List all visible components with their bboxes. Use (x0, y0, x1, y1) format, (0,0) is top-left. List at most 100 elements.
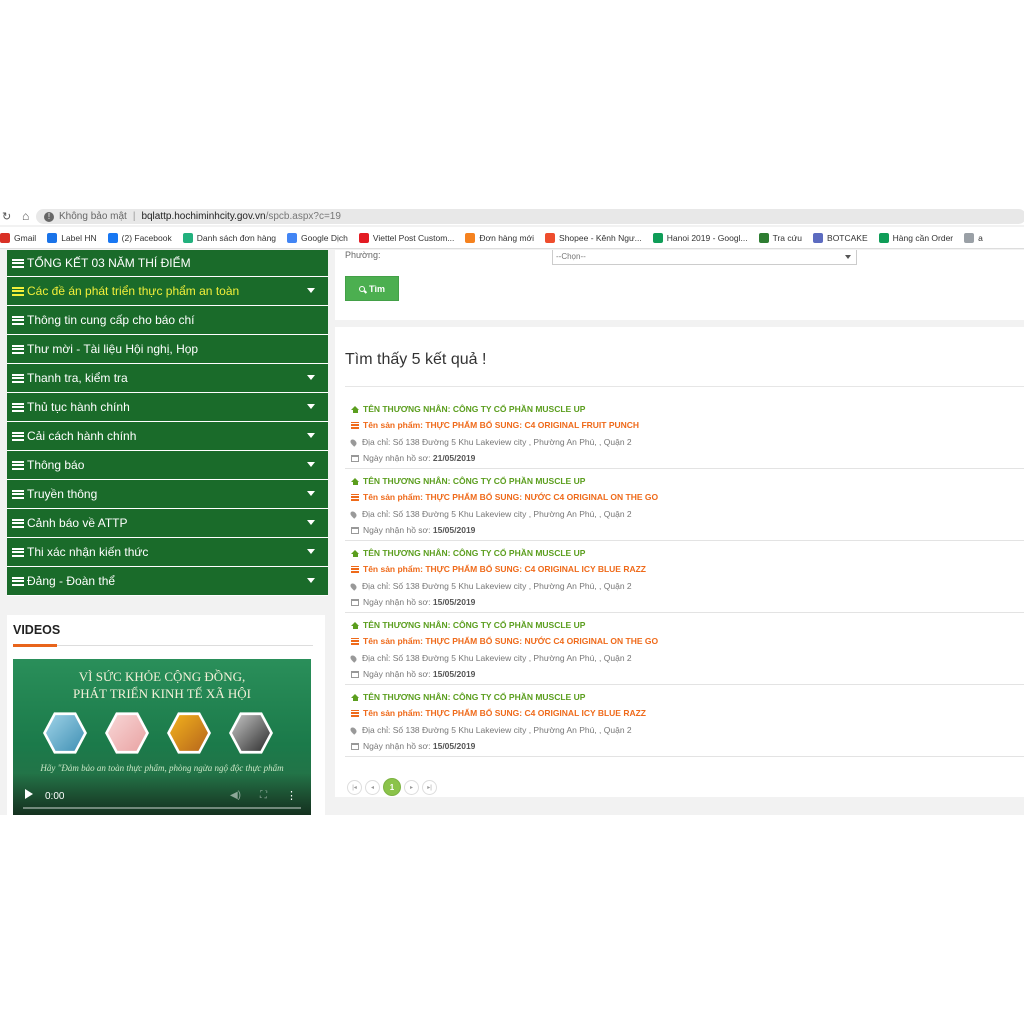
sidebar-menu-item[interactable]: Thủ tục hành chính (7, 393, 328, 422)
more-options-icon[interactable]: ⋮ (286, 789, 297, 802)
bookmark-item[interactable]: Hàng cần Order (878, 232, 954, 243)
bookmark-favicon-icon (465, 232, 476, 243)
sidebar-menu-item[interactable]: Cảnh báo về ATTP (7, 509, 328, 538)
sidebar-menu-item[interactable]: Thanh tra, kiểm tra (7, 364, 328, 393)
bookmark-item[interactable]: Đơn hàng mới (465, 232, 534, 243)
play-icon[interactable] (25, 789, 33, 799)
product-row[interactable]: Tên sản phẩm: THỰC PHẨM BỔ SUNG: C4 ORIG… (351, 708, 646, 718)
warning-icon[interactable]: ! (44, 211, 54, 222)
bookmark-item[interactable]: Label HN (47, 232, 97, 243)
poster-hexagon-food (167, 712, 211, 754)
merchant-row[interactable]: TÊN THƯƠNG NHÂN: CÔNG TY CỔ PHẦN MUSCLE … (351, 620, 585, 630)
last-page-button[interactable]: ▸| (422, 779, 437, 795)
page-button-current[interactable]: 1 (383, 778, 401, 796)
sidebar-menu-item[interactable]: Truyền thông (7, 480, 328, 509)
merchant-name[interactable]: TÊN THƯƠNG NHÂN: CÔNG TY CỔ PHẦN MUSCLE … (363, 548, 585, 558)
home-icon[interactable]: ⌂ (22, 209, 36, 223)
bookmark-item[interactable]: Shopee - Kênh Ngư... (545, 232, 642, 243)
caret-down-icon[interactable] (307, 433, 315, 438)
product-row[interactable]: Tên sản phẩm: THỰC PHẨM BỔ SUNG: NƯỚC C4… (351, 492, 658, 502)
list-icon (12, 402, 24, 412)
sidebar-menu-item[interactable]: Thông tin cung cấp cho báo chí (7, 306, 328, 335)
sidebar-menu-item[interactable]: Thi xác nhận kiến thức (7, 538, 328, 567)
sidebar-menu-item[interactable]: Thư mời - Tài liệu Hội nghị, Họp (7, 335, 328, 364)
sidebar-menu-item[interactable]: Cải cách hành chính (7, 422, 328, 451)
caret-down-icon[interactable] (307, 491, 315, 496)
fullscreen-icon[interactable]: ⛶ (260, 790, 267, 801)
caret-down-icon[interactable] (307, 404, 315, 409)
results-list: TÊN THƯƠNG NHÂN: CÔNG TY CỔ PHẦN MUSCLE … (345, 397, 1024, 757)
home-icon (351, 621, 359, 629)
product-name[interactable]: Tên sản phẩm: THỰC PHẨM BỔ SUNG: NƯỚC C4… (363, 492, 658, 502)
product-row[interactable]: Tên sản phẩm: THỰC PHẨM BỔ SUNG: C4 ORIG… (351, 564, 646, 574)
sidebar-menu-item[interactable]: Đảng - Đoàn thể (7, 567, 328, 596)
caret-down-icon[interactable] (307, 578, 315, 583)
bookmark-favicon-icon (964, 232, 975, 243)
bookmark-item[interactable]: Gmail (0, 232, 36, 243)
video-progress-bar[interactable] (23, 807, 301, 809)
search-button[interactable]: Tìm (345, 276, 399, 301)
date-label: Ngày nhận hồ sơ: (363, 597, 431, 607)
date-row: Ngày nhận hồ sơ: 15/05/2019 (351, 741, 475, 751)
bookmark-item[interactable]: (2) Facebook (107, 232, 172, 243)
caret-down-icon[interactable] (307, 288, 315, 293)
bookmark-item[interactable]: Tra cứu (758, 232, 802, 243)
product-name[interactable]: Tên sản phẩm: THỰC PHẨM BỔ SUNG: C4 ORIG… (363, 708, 646, 718)
bookmark-label: a (978, 232, 983, 243)
bookmark-label: Danh sách đơn hàng (196, 232, 277, 243)
volume-icon[interactable]: ◀) (230, 790, 241, 801)
bookmark-item[interactable]: Hanoi 2019 - Googl... (652, 232, 748, 243)
merchant-row[interactable]: TÊN THƯƠNG NHÂN: CÔNG TY CỔ PHẦN MUSCLE … (351, 548, 585, 558)
caret-down-icon[interactable] (307, 375, 315, 380)
map-marker-icon (349, 725, 358, 735)
address-text: Địa chỉ: Số 138 Đường 5 Khu Lakeview cit… (362, 653, 632, 663)
bookmark-label: Hàng cần Order (892, 232, 954, 243)
poster-hexagon-doctors (43, 712, 87, 754)
ward-label: Phường: (345, 250, 381, 260)
list-icon (12, 489, 24, 499)
caret-down-icon[interactable] (307, 520, 315, 525)
bookmark-item[interactable]: Google Dịch (287, 232, 348, 243)
first-page-button[interactable]: |◂ (347, 779, 362, 795)
address-bar[interactable]: ! Không bảo mật | bqlattp.hochiminhcity.… (36, 209, 1024, 224)
merchant-name[interactable]: TÊN THƯƠNG NHÂN: CÔNG TY CỔ PHẦN MUSCLE … (363, 476, 585, 486)
list-icon (351, 421, 359, 429)
merchant-name[interactable]: TÊN THƯƠNG NHÂN: CÔNG TY CỔ PHẦN MUSCLE … (363, 620, 585, 630)
bookmark-item[interactable]: a (964, 232, 983, 243)
merchant-name[interactable]: TÊN THƯƠNG NHÂN: CÔNG TY CỔ PHẦN MUSCLE … (363, 404, 585, 414)
date-value: 21/05/2019 (432, 453, 476, 463)
product-name[interactable]: Tên sản phẩm: THỰC PHẨM BỔ SUNG: C4 ORIG… (363, 420, 639, 430)
bookmark-favicon-icon (47, 232, 58, 243)
url-text[interactable]: bqlattp.hochiminhcity.gov.vn/spcb.aspx?c… (141, 211, 340, 222)
sidebar-menu-item[interactable]: Các đề án phát triển thực phẩm an toàn (7, 277, 328, 306)
merchant-row[interactable]: TÊN THƯƠNG NHÂN: CÔNG TY CỔ PHẦN MUSCLE … (351, 476, 585, 486)
prev-page-button[interactable]: ◂ (365, 779, 380, 795)
caret-down-icon[interactable] (307, 549, 315, 554)
not-secure-label[interactable]: Không bảo mật (59, 211, 127, 222)
product-name[interactable]: Tên sản phẩm: THỰC PHẨM BỔ SUNG: C4 ORIG… (363, 564, 646, 574)
next-page-button[interactable]: ▸ (404, 779, 419, 795)
address-text: Địa chỉ: Số 138 Đường 5 Khu Lakeview cit… (362, 437, 632, 447)
sidebar-menu-item[interactable]: Thông báo (7, 451, 328, 480)
product-row[interactable]: Tên sản phẩm: THỰC PHẨM BỔ SUNG: C4 ORIG… (351, 420, 639, 430)
bookmark-item[interactable]: BOTCAKE (813, 232, 868, 243)
date-value: 15/05/2019 (432, 525, 476, 535)
reload-icon[interactable]: ↻ (2, 210, 14, 223)
date-value: 15/05/2019 (432, 741, 476, 751)
merchant-name[interactable]: TÊN THƯƠNG NHÂN: CÔNG TY CỔ PHẦN MUSCLE … (363, 692, 585, 702)
map-marker-icon (349, 581, 358, 591)
bookmark-item[interactable]: Viettel Post Custom... (358, 232, 454, 243)
map-marker-icon (349, 437, 358, 447)
caret-down-icon[interactable] (307, 462, 315, 467)
ward-select[interactable]: --Chọn-- (552, 250, 857, 265)
video-player[interactable]: VÌ SỨC KHỎE CỘNG ĐỒNG, PHÁT TRIỂN KINH T… (13, 659, 311, 815)
product-name[interactable]: Tên sản phẩm: THỰC PHẨM BỔ SUNG: NƯỚC C4… (363, 636, 658, 646)
bookmark-item[interactable]: Danh sách đơn hàng (182, 232, 277, 243)
results-title: Tìm thấy 5 kết quả ! (345, 351, 487, 368)
product-row[interactable]: Tên sản phẩm: THỰC PHẨM BỔ SUNG: NƯỚC C4… (351, 636, 658, 646)
merchant-row[interactable]: TÊN THƯƠNG NHÂN: CÔNG TY CỔ PHẦN MUSCLE … (351, 404, 585, 414)
merchant-row[interactable]: TÊN THƯƠNG NHÂN: CÔNG TY CỔ PHẦN MUSCLE … (351, 692, 585, 702)
poster-hexagon-care (105, 712, 149, 754)
list-icon (351, 637, 359, 645)
sidebar-menu-item[interactable]: TỔNG KẾT 03 NĂM THÍ ĐIỂM (7, 250, 328, 277)
